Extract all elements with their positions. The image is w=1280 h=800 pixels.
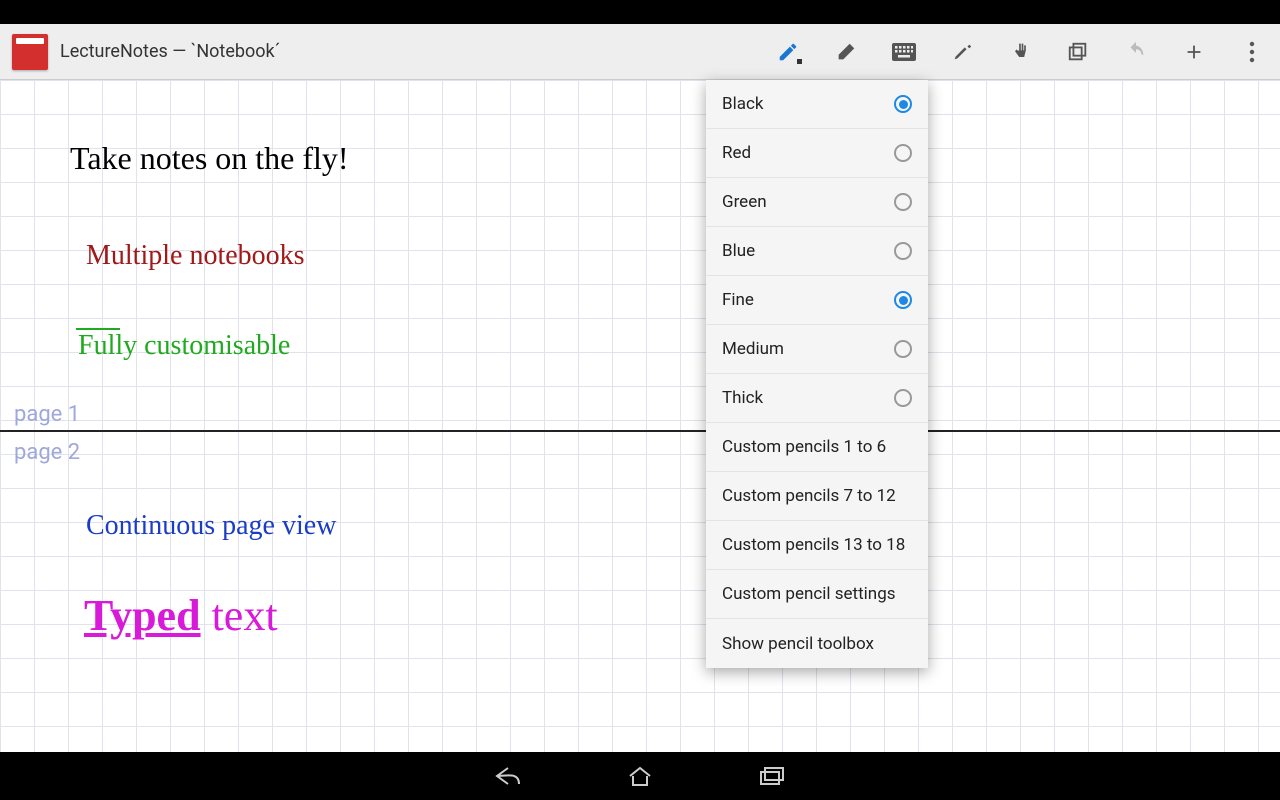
menu-custom-7-12[interactable]: Custom pencils 7 to 12 xyxy=(706,472,928,521)
page-label-1: page 1 xyxy=(14,402,80,427)
layers-icon[interactable] xyxy=(1064,38,1092,66)
undo-icon[interactable] xyxy=(1122,38,1150,66)
menu-custom-settings[interactable]: Custom pencil settings xyxy=(706,570,928,619)
nav-back-icon[interactable] xyxy=(492,760,524,792)
radio-selected-icon xyxy=(894,95,912,113)
toolbar-icons xyxy=(774,38,1266,66)
menu-size-medium[interactable]: Medium xyxy=(706,325,928,374)
radio-icon xyxy=(894,242,912,260)
pencil-menu: Black Red Green Blue Fine Medium Thick C… xyxy=(706,80,928,668)
handwritten-line-2: Multiple notebooks xyxy=(86,240,305,272)
highlighter-icon[interactable] xyxy=(948,38,976,66)
typed-rest: text xyxy=(201,591,278,640)
radio-icon xyxy=(894,389,912,407)
add-icon[interactable] xyxy=(1180,38,1208,66)
page-divider xyxy=(0,430,1280,432)
menu-color-red[interactable]: Red xyxy=(706,129,928,178)
menu-custom-13-18[interactable]: Custom pencils 13 to 18 xyxy=(706,521,928,570)
nav-home-icon[interactable] xyxy=(624,760,656,792)
hand-icon[interactable] xyxy=(1006,38,1034,66)
status-bar xyxy=(0,0,1280,24)
overflow-icon[interactable] xyxy=(1238,38,1266,66)
menu-custom-1-6[interactable]: Custom pencils 1 to 6 xyxy=(706,423,928,472)
typed-bold: Typed xyxy=(84,591,201,640)
typed-text: Typed text xyxy=(84,590,278,641)
grid-background xyxy=(0,80,1280,752)
menu-size-fine[interactable]: Fine xyxy=(706,276,928,325)
keyboard-icon[interactable] xyxy=(890,38,918,66)
menu-show-toolbox[interactable]: Show pencil toolbox xyxy=(706,619,928,668)
handwritten-line-3: Fully customisable xyxy=(78,330,290,362)
nav-bar xyxy=(0,752,1280,800)
pencil-icon[interactable] xyxy=(774,38,802,66)
radio-selected-icon xyxy=(894,291,912,309)
menu-color-blue[interactable]: Blue xyxy=(706,227,928,276)
page-label-2: page 2 xyxy=(14,440,80,465)
handwritten-line-4: Continuous page view xyxy=(86,510,336,542)
menu-color-green[interactable]: Green xyxy=(706,178,928,227)
radio-icon xyxy=(894,340,912,358)
radio-icon xyxy=(894,193,912,211)
radio-icon xyxy=(894,144,912,162)
menu-color-black[interactable]: Black xyxy=(706,80,928,129)
app-title: LectureNotes — `Notebook´ xyxy=(60,41,774,62)
handwritten-line-1: Take notes on the fly! xyxy=(70,140,349,177)
nav-recent-icon[interactable] xyxy=(756,760,788,792)
menu-size-thick[interactable]: Thick xyxy=(706,374,928,423)
app-icon[interactable] xyxy=(12,34,48,70)
eraser-icon[interactable] xyxy=(832,38,860,66)
note-canvas[interactable]: Take notes on the fly! Multiple notebook… xyxy=(0,80,1280,752)
action-bar: LectureNotes — `Notebook´ xyxy=(0,24,1280,80)
